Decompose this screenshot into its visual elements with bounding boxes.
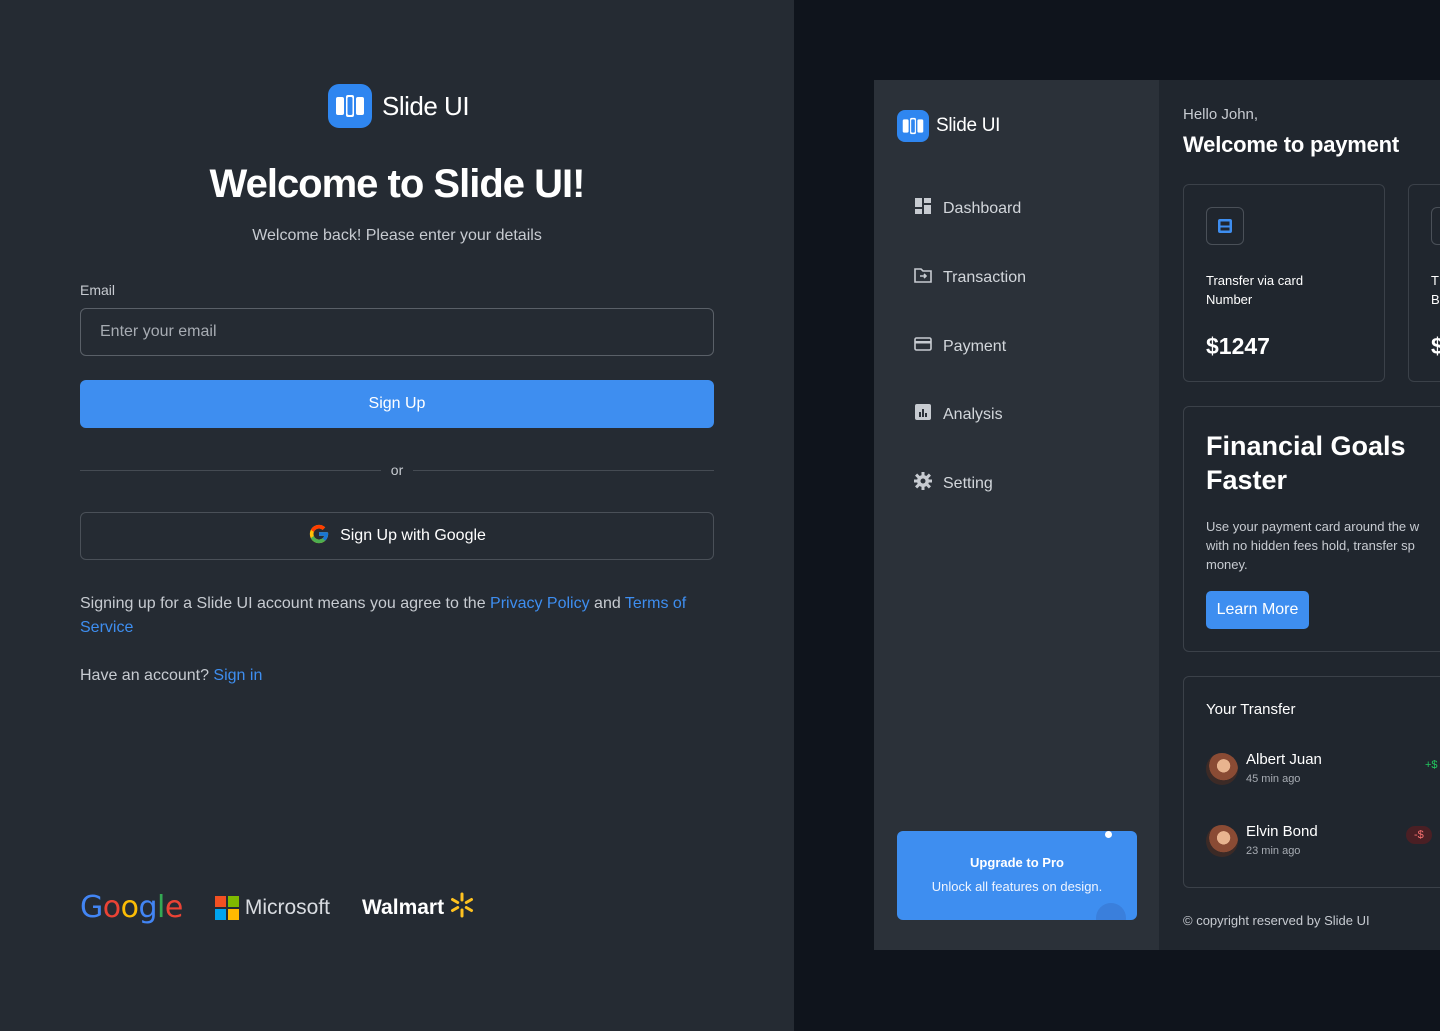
sidebar-item-setting[interactable]: Setting	[913, 471, 993, 496]
google-signup-button[interactable]: Sign Up with Google	[80, 512, 714, 560]
slide-ui-logo-icon	[328, 84, 372, 128]
your-transfer-card: Your Transfer Albert Juan 45 min ago +$ …	[1183, 676, 1440, 888]
goals-text-line: money.	[1206, 557, 1248, 572]
card-icon-box	[1431, 207, 1440, 245]
goals-text-line: Use your payment card around the w	[1206, 519, 1420, 534]
google-logo: Google	[80, 890, 183, 925]
transfer-name: Albert Juan	[1246, 751, 1322, 768]
walmart-logo: Walmart	[362, 891, 476, 925]
upgrade-title: Upgrade to Pro	[970, 855, 1064, 870]
slide-ui-logo-icon	[897, 110, 929, 142]
sidebar-item-dashboard[interactable]: Dashboard	[913, 196, 1021, 221]
dashboard-icon	[913, 196, 933, 221]
learn-more-button[interactable]: Learn More	[1206, 591, 1309, 629]
goals-description: Use your payment card around the w with n…	[1206, 517, 1440, 574]
transfer-time: 23 min ago	[1246, 845, 1301, 857]
google-button-label: Sign Up with Google	[340, 527, 486, 544]
transfer-card-label: Transfer via card Number	[1206, 273, 1304, 307]
list-item[interactable]: Albert Juan 45 min ago +$	[1206, 751, 1440, 789]
inbox-icon	[1206, 207, 1244, 245]
partner-logos: Google Microsoft Walmart	[80, 890, 476, 925]
card-icon	[913, 334, 933, 359]
transfer-card-2[interactable]: TB $	[1408, 184, 1440, 382]
dashboard-preview: Slide UI Dashboard Transaction Payment A…	[874, 80, 1440, 950]
decorative-circle	[1096, 903, 1126, 920]
decorative-dot	[1105, 831, 1112, 838]
transfer-name: Elvin Bond	[1246, 823, 1318, 840]
dashboard-heading: Welcome to payment	[1183, 132, 1400, 157]
copyright-text: © copyright reserved by Slide UI	[1183, 913, 1370, 928]
transfer-amount: -$	[1406, 826, 1432, 844]
transfer-time: 45 min ago	[1246, 773, 1301, 785]
transfer-card-2-label-line: B	[1431, 292, 1440, 307]
goals-text-line: with no hidden fees hold, transfer sp	[1206, 538, 1415, 553]
sign-in-link[interactable]: Sign in	[213, 667, 262, 684]
or-text: or	[390, 462, 404, 478]
signup-panel: Slide UI Welcome to Slide UI! Welcome ba…	[0, 0, 794, 1031]
terms-and: and	[589, 595, 625, 612]
have-account-label: Have an account?	[80, 667, 214, 684]
terms-prefix: Signing up for a Slide UI account means …	[80, 595, 491, 612]
walmart-wordmark: Walmart	[362, 895, 445, 919]
microsoft-grid-icon	[214, 895, 239, 920]
transaction-icon	[913, 265, 933, 290]
divider-line	[413, 469, 715, 471]
terms-text: Signing up for a Slide UI account means …	[80, 592, 720, 640]
email-label: Email	[80, 282, 116, 298]
list-item[interactable]: Elvin Bond 23 min ago -$	[1206, 823, 1440, 861]
sidebar-item-transaction[interactable]: Transaction	[913, 265, 1026, 290]
upgrade-subtitle: Unlock all features on design.	[931, 879, 1103, 894]
page-title: Welcome to Slide UI!	[209, 162, 586, 206]
google-g-icon	[308, 523, 330, 550]
avatar	[1206, 825, 1238, 857]
sidebar-item-label: Transaction	[943, 268, 1026, 286]
transfer-card-2-value: $	[1431, 333, 1440, 359]
greeting: Hello John,	[1183, 106, 1259, 123]
analysis-icon	[913, 402, 933, 427]
transfer-amount: +$	[1425, 759, 1438, 771]
divider-line	[80, 469, 381, 471]
transfer-card[interactable]: Transfer via card Number $1247	[1183, 184, 1385, 382]
or-divider: or	[80, 460, 715, 480]
goals-title-line: Faster	[1206, 465, 1288, 495]
microsoft-wordmark: Microsoft	[244, 895, 331, 919]
privacy-policy-link[interactable]: Privacy Policy	[490, 595, 590, 612]
sidebar-item-label: Payment	[943, 337, 1007, 355]
brand: Slide UI	[328, 84, 470, 128]
goals-title: Financial Goals Faster	[1206, 429, 1440, 497]
transfer-card-value: $1247	[1206, 333, 1270, 359]
sidebar-item-label: Dashboard	[943, 199, 1022, 217]
email-field[interactable]	[80, 308, 714, 356]
financial-goals-card: Financial Goals Faster Use your payment c…	[1183, 406, 1440, 652]
upgrade-to-pro-card[interactable]: Upgrade to Pro Unlock all features on de…	[897, 831, 1137, 920]
sidebar-item-payment[interactable]: Payment	[913, 334, 1006, 359]
brand-name: Slide UI	[382, 90, 470, 121]
gear-icon	[913, 471, 933, 496]
microsoft-logo: Microsoft	[214, 895, 331, 920]
page-subtitle: Welcome back! Please enter your details	[252, 227, 542, 244]
sidebar-item-label: Analysis	[943, 405, 1003, 423]
sidebar: Slide UI Dashboard Transaction Payment A…	[874, 80, 1159, 950]
transfer-list-title: Your Transfer	[1206, 701, 1296, 718]
sign-up-button[interactable]: Sign Up	[80, 380, 714, 428]
sidebar-brand: Slide UI	[897, 110, 1000, 142]
transfer-card-2-label-line: T	[1431, 273, 1439, 288]
sidebar-item-analysis[interactable]: Analysis	[913, 402, 1003, 427]
avatar	[1206, 753, 1238, 785]
goals-title-line: Financial Goals	[1206, 431, 1406, 461]
transfer-card-2-label: TB	[1431, 271, 1440, 309]
sidebar-brand-name: Slide UI	[936, 115, 1001, 136]
sidebar-item-label: Setting	[943, 474, 993, 492]
walmart-spark-icon	[448, 891, 476, 925]
have-account-text: Have an account? Sign in	[80, 664, 262, 688]
